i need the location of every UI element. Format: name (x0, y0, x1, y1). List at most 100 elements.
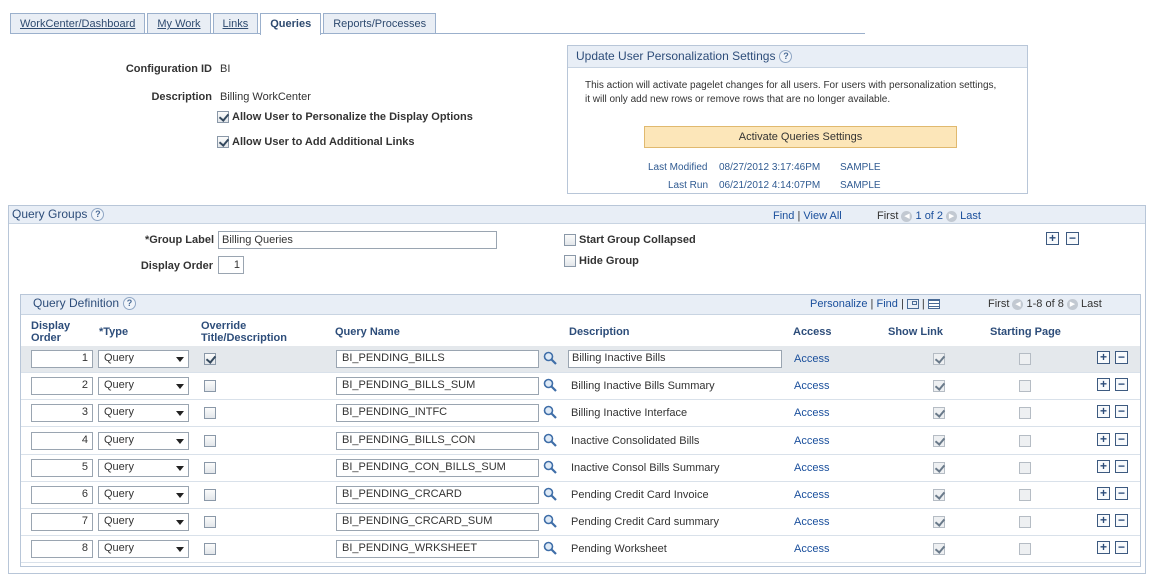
col-display-order[interactable]: Display Order (31, 320, 70, 344)
delete-row-button[interactable]: − (1115, 351, 1128, 364)
tab-reports-processes[interactable]: Reports/Processes (323, 13, 437, 34)
query-name-input[interactable]: BI_PENDING_WRKSHEET (336, 540, 539, 559)
col-starting-page[interactable]: Starting Page (990, 326, 1061, 338)
add-row-button[interactable]: + (1097, 459, 1110, 473)
help-icon[interactable]: ? (779, 50, 793, 64)
type-select[interactable]: Query (98, 404, 189, 423)
display-order-input[interactable]: 4 (31, 431, 93, 450)
allow-links-checkbox[interactable] (217, 136, 229, 148)
starting-page-checkbox[interactable] (1019, 434, 1031, 447)
display-order-input[interactable]: 7 (31, 513, 93, 532)
view-in-new-window-icon[interactable] (906, 299, 919, 310)
show-link-checkbox[interactable] (933, 434, 945, 447)
prev-arrow-icon[interactable]: ◀ (1012, 298, 1024, 310)
col-override[interactable]: Override Title/Description (201, 320, 287, 344)
type-select[interactable]: Query (98, 350, 189, 368)
delete-row-button[interactable]: − (1115, 541, 1128, 555)
query-name-input[interactable]: BI_PENDING_BILLS_CON (336, 431, 539, 450)
access-link[interactable]: Access (794, 353, 829, 365)
starting-page-checkbox[interactable] (1019, 516, 1031, 529)
help-icon[interactable]: ? (123, 297, 137, 311)
starting-page-checkbox[interactable] (1019, 461, 1031, 474)
magnifier-icon[interactable] (543, 487, 557, 501)
access-link[interactable]: Access (794, 543, 829, 555)
access-link[interactable]: Access (794, 380, 829, 392)
next-arrow-icon[interactable]: ▶ (1066, 298, 1078, 310)
tab-queries[interactable]: Queries (260, 13, 322, 35)
starting-page-checkbox[interactable] (1019, 353, 1031, 365)
prev-arrow-icon[interactable]: ◀ (901, 210, 913, 222)
add-row-button[interactable]: + (1097, 432, 1110, 446)
delete-row-button[interactable]: − (1115, 487, 1128, 500)
add-row-button[interactable]: + (1097, 514, 1110, 528)
starting-page-checkbox[interactable] (1019, 489, 1031, 501)
query-name-input[interactable]: BI_PENDING_CRCARD (336, 486, 539, 504)
find-link[interactable]: Find (876, 298, 897, 310)
magnifier-icon[interactable] (543, 433, 557, 447)
type-select[interactable]: Query (98, 513, 189, 532)
type-select[interactable]: Query (98, 540, 189, 559)
add-row-button[interactable]: + (1097, 405, 1110, 419)
col-type[interactable]: *Type (99, 326, 128, 338)
display-order-input[interactable]: 3 (31, 404, 93, 423)
next-arrow-icon[interactable]: ▶ (946, 210, 958, 222)
col-show-link[interactable]: Show Link (888, 326, 943, 338)
starting-page-checkbox[interactable] (1019, 380, 1031, 393)
magnifier-icon[interactable] (543, 541, 557, 556)
type-select[interactable]: Query (98, 431, 189, 450)
delete-row-button[interactable]: − (1115, 378, 1128, 392)
group-add-button[interactable]: + (1046, 232, 1059, 245)
add-row-button[interactable]: + (1097, 351, 1110, 364)
download-grid-icon[interactable] (927, 299, 940, 310)
display-order-input[interactable]: 8 (31, 540, 93, 559)
allow-personalize-checkbox[interactable] (217, 111, 229, 123)
show-link-checkbox[interactable] (933, 543, 945, 556)
display-order-input[interactable]: 6 (31, 486, 93, 504)
add-row-button[interactable]: + (1097, 378, 1110, 392)
access-link[interactable]: Access (794, 462, 829, 474)
override-checkbox[interactable] (204, 353, 216, 365)
override-checkbox[interactable] (204, 543, 216, 556)
override-checkbox[interactable] (204, 380, 216, 393)
magnifier-icon[interactable] (543, 351, 557, 365)
delete-row-button[interactable]: − (1115, 405, 1128, 419)
col-query-name[interactable]: Query Name (335, 326, 400, 338)
starting-page-checkbox[interactable] (1019, 407, 1031, 420)
start-group-collapsed-checkbox[interactable] (564, 234, 576, 246)
magnifier-icon[interactable] (543, 514, 557, 528)
access-link[interactable]: Access (794, 489, 829, 501)
query-name-input[interactable]: BI_PENDING_INTFC (336, 404, 539, 423)
query-name-input[interactable]: BI_PENDING_BILLS_SUM (336, 377, 539, 396)
tab-links[interactable]: Links (212, 13, 259, 34)
access-link[interactable]: Access (794, 435, 829, 447)
override-checkbox[interactable] (204, 461, 216, 474)
add-row-button[interactable]: + (1097, 541, 1110, 555)
find-link[interactable]: Find (773, 210, 794, 222)
starting-page-checkbox[interactable] (1019, 543, 1031, 556)
display-order-input[interactable]: 2 (31, 377, 93, 396)
display-order-input[interactable]: 1 (31, 350, 93, 368)
group-label-input[interactable] (218, 231, 497, 249)
access-link[interactable]: Access (794, 516, 829, 528)
group-delete-button[interactable]: − (1066, 232, 1079, 245)
col-access[interactable]: Access (793, 326, 832, 338)
delete-row-button[interactable]: − (1115, 432, 1128, 446)
type-select[interactable]: Query (98, 486, 189, 504)
help-icon[interactable]: ? (91, 208, 105, 222)
query-name-input[interactable]: BI_PENDING_CRCARD_SUM (336, 513, 539, 532)
personalize-link[interactable]: Personalize (810, 298, 867, 310)
show-link-checkbox[interactable] (933, 380, 945, 393)
activate-queries-settings-button[interactable]: Activate Queries Settings (644, 126, 957, 148)
type-select[interactable]: Query (98, 377, 189, 396)
description-input[interactable]: Billing Inactive Bills (568, 350, 782, 368)
access-link[interactable]: Access (794, 407, 829, 419)
add-row-button[interactable]: + (1097, 487, 1110, 500)
tab-my-work[interactable]: My Work (147, 13, 211, 34)
display-order-input[interactable]: 5 (31, 458, 93, 477)
hide-group-checkbox[interactable] (564, 255, 576, 267)
magnifier-icon[interactable] (543, 460, 557, 474)
display-order-input[interactable] (218, 256, 244, 274)
show-link-checkbox[interactable] (933, 461, 945, 474)
delete-row-button[interactable]: − (1115, 514, 1128, 528)
override-checkbox[interactable] (204, 489, 216, 501)
